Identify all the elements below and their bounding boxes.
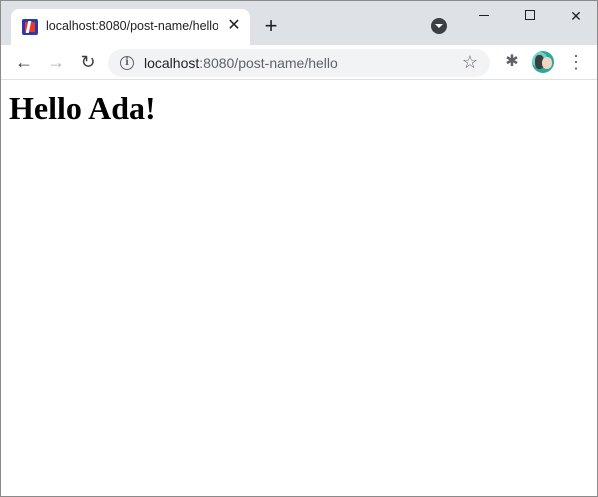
url-text[interactable]: localhost:8080/post-name/hello (144, 55, 338, 71)
minimize-icon (479, 15, 489, 16)
active-tab[interactable]: localhost:8080/post-name/hello ✕ (11, 9, 250, 45)
toolbar: ← → ↻ i localhost:8080/post-name/hello ☆… (1, 45, 597, 80)
reload-button[interactable]: ↻ (76, 50, 100, 74)
browser-window: localhost:8080/post-name/hello ✕ + ✕ ← →… (0, 0, 598, 497)
tab-close-icon[interactable]: ✕ (225, 17, 243, 35)
new-tab-button[interactable]: + (261, 15, 281, 37)
info-icon[interactable]: i (120, 56, 134, 70)
url-host: localhost (144, 55, 200, 71)
app-favicon-icon (22, 19, 38, 35)
puzzle-icon[interactable]: ✱ (501, 51, 523, 73)
tab-strip: localhost:8080/post-name/hello ✕ + ✕ (1, 1, 597, 45)
maximize-button[interactable] (507, 1, 553, 31)
minimize-button[interactable] (461, 1, 507, 31)
window-close-button[interactable]: ✕ (553, 1, 597, 31)
forward-button[interactable]: → (44, 50, 68, 74)
kebab-menu-icon[interactable]: ⋮ (567, 51, 585, 73)
star-icon[interactable]: ☆ (460, 52, 480, 72)
page-title: Hello Ada! (9, 90, 156, 126)
address-bar[interactable]: i localhost:8080/post-name/hello ☆ (108, 49, 490, 77)
tab-title: localhost:8080/post-name/hello (46, 19, 218, 33)
avatar[interactable] (532, 51, 554, 73)
back-button[interactable]: ← (12, 50, 36, 74)
maximize-icon (525, 10, 535, 20)
url-path: :8080/post-name/hello (199, 55, 338, 71)
page-content: Hello Ada! (1, 81, 597, 496)
tab-search-icon[interactable] (431, 18, 447, 34)
